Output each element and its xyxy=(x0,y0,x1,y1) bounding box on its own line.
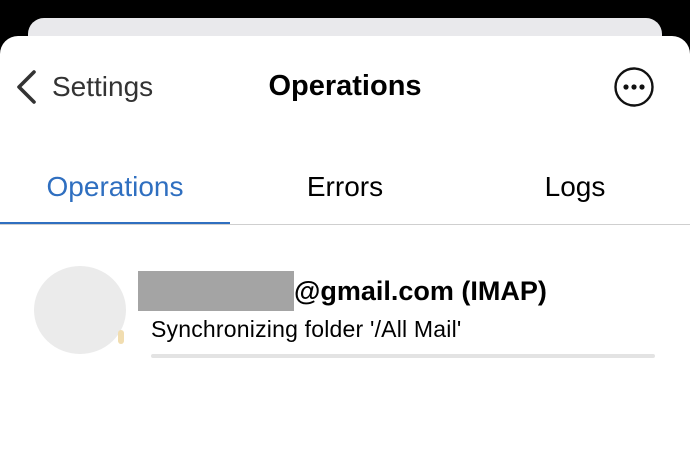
tab-logs[interactable]: Logs xyxy=(460,148,690,226)
more-options-button[interactable] xyxy=(614,67,654,107)
operation-status: Synchronizing folder '/All Mail' xyxy=(151,316,462,342)
account-name: @gmail.com (IMAP) xyxy=(138,271,547,311)
operation-list-item[interactable]: @gmail.com (IMAP) Synchronizing folder '… xyxy=(0,258,690,368)
operations-sheet: Settings Operations Operations Errors Lo… xyxy=(0,36,690,472)
account-suffix: @gmail.com (IMAP) xyxy=(294,275,547,306)
tabs-divider xyxy=(0,224,690,225)
page-title: Operations xyxy=(268,70,422,102)
tab-bar: Operations Errors Logs xyxy=(0,148,690,226)
navigation-bar: Settings Operations xyxy=(0,36,690,136)
avatar xyxy=(34,266,126,354)
tab-operations[interactable]: Operations xyxy=(0,148,230,226)
progress-bar xyxy=(151,354,655,358)
tab-errors[interactable]: Errors xyxy=(230,148,460,226)
avatar-status-dot xyxy=(118,330,124,344)
ellipsis-circle-icon xyxy=(614,67,654,111)
redacted-email-block xyxy=(138,271,294,311)
